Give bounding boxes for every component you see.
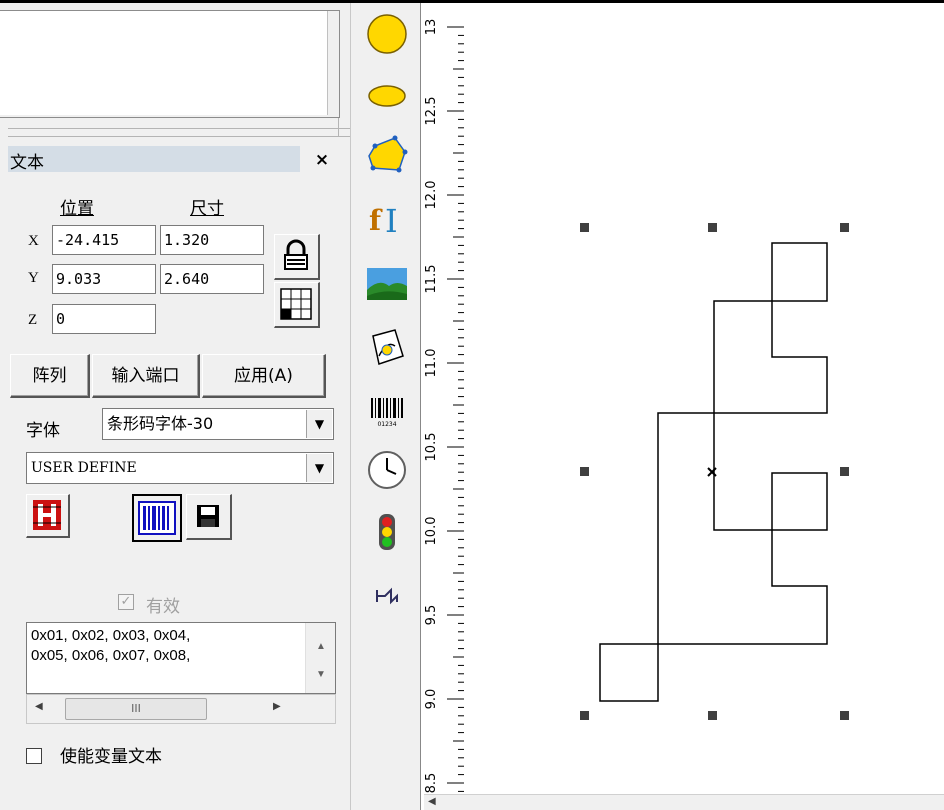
barcode-icon: 01234 — [371, 398, 403, 428]
circle-icon — [367, 14, 407, 54]
scroll-right-icon[interactable]: ▶ — [273, 701, 281, 712]
vertical-scrollbar[interactable]: ▲ ▼ — [305, 623, 335, 693]
apply-button[interactable]: 应用(A) — [202, 354, 326, 398]
z-position-input[interactable]: 0 — [52, 304, 156, 334]
svg-text:f: f — [369, 204, 383, 237]
clock-icon — [368, 451, 406, 489]
ruler-label: 10.5 — [424, 433, 439, 462]
object-list-panel — [0, 10, 340, 118]
lock-ratio-button[interactable] — [274, 234, 320, 280]
ruler-label: 9.5 — [424, 605, 439, 626]
y-label: Y — [28, 270, 39, 286]
barcode-settings-button[interactable] — [132, 494, 182, 542]
polygon-icon — [368, 135, 408, 173]
divider — [8, 128, 350, 129]
height-input[interactable]: 2.640 — [160, 264, 264, 294]
ruler-label: 13 — [424, 19, 439, 36]
ruler-label: 10.0 — [424, 517, 439, 546]
grid-icon — [280, 288, 312, 320]
horizontal-scrollbar[interactable]: ◀ III ▶ — [26, 694, 336, 724]
canvas-svg — [580, 223, 849, 720]
font-select[interactable]: 条形码字体-30 ▼ — [102, 408, 334, 440]
ruler-label: 9.0 — [424, 689, 439, 710]
text-tool-button[interactable]: fI — [364, 195, 410, 241]
scroll-left-icon[interactable]: ◀ — [428, 796, 436, 807]
scroll-thumb[interactable]: III — [65, 698, 207, 720]
barcode-path[interactable] — [599, 242, 828, 702]
chevron-down-icon[interactable]: ▼ — [306, 410, 332, 438]
drawing-toolbar: fI 01234 — [350, 3, 428, 810]
io-tool-button[interactable] — [364, 509, 410, 555]
ruler-label: 11.5 — [424, 265, 439, 294]
input-port-button[interactable]: 输入端口 — [92, 354, 200, 398]
h-font-icon — [33, 500, 61, 530]
vector-file-tool-button[interactable] — [364, 325, 410, 371]
text-content-area[interactable]: 0x01, 0x02, 0x03, 0x04, 0x05, 0x06, 0x07… — [26, 622, 336, 694]
size-header: 尺寸 — [190, 199, 224, 219]
enable-var-text-label: 使能变量文本 — [60, 747, 162, 767]
image-icon — [367, 268, 407, 300]
ruler-label: 8.5 — [424, 773, 439, 794]
ruler-label: 12.0 — [424, 181, 439, 210]
object-list[interactable] — [0, 11, 328, 115]
barcode-type-select[interactable]: USER DEFINE ▼ — [26, 452, 334, 484]
base-point-button[interactable] — [274, 282, 320, 328]
scroll-up-icon[interactable]: ▲ — [316, 637, 326, 657]
center-marker-icon — [707, 467, 717, 477]
floppy-disk-icon — [197, 505, 219, 527]
barcode-icon — [138, 501, 176, 535]
circle-tool-button[interactable] — [364, 11, 410, 57]
barcode-tool-button[interactable]: 01234 — [364, 389, 410, 435]
x-label: X — [28, 233, 39, 249]
canvas-horizontal-scrollbar[interactable]: ◀ — [424, 794, 944, 810]
font-settings-button[interactable] — [26, 494, 70, 538]
ellipse-icon — [368, 85, 406, 107]
delay-icon — [376, 587, 398, 605]
valid-checkbox[interactable]: ✓ — [118, 594, 134, 610]
polygon-tool-button[interactable] — [364, 131, 410, 177]
scroll-left-icon[interactable]: ◀ — [35, 701, 43, 712]
barcode-type-value: USER DEFINE — [31, 460, 137, 476]
chevron-down-icon[interactable]: ▼ — [306, 454, 332, 482]
enable-var-text-checkbox[interactable] — [26, 748, 42, 764]
valid-label: 有效 — [146, 597, 180, 617]
array-button[interactable]: 阵列 — [10, 354, 90, 398]
delay-tool-button[interactable] — [364, 573, 410, 619]
bitmap-tool-button[interactable] — [364, 261, 410, 307]
ruler-label: 12.5 — [424, 97, 439, 126]
vertical-ruler: 13 12.5 12.0 11.5 11.0 10.5 10.0 9.5 9.0 8.5 — [420, 3, 465, 810]
save-button[interactable] — [186, 494, 232, 540]
panel-title: 文本 — [10, 153, 44, 173]
font-select-value: 条形码字体-30 — [107, 414, 214, 433]
divider — [8, 136, 350, 137]
close-icon[interactable]: × — [312, 150, 332, 170]
svg-text:I: I — [385, 202, 398, 240]
splitter[interactable] — [338, 118, 339, 136]
vector-file-icon — [372, 329, 404, 365]
y-position-input[interactable]: 9.033 — [52, 264, 156, 294]
drawing-canvas[interactable] — [464, 3, 944, 810]
ruler-label: 11.0 — [424, 349, 439, 378]
ellipse-tool-button[interactable] — [364, 73, 410, 119]
z-label: Z — [28, 312, 38, 328]
app-window: 文本 × 位置 尺寸 X Y Z -24.415 9.033 0 1.320 2… — [0, 0, 944, 810]
traffic-light-icon — [379, 514, 395, 550]
scroll-down-icon[interactable]: ▼ — [316, 665, 326, 685]
timer-tool-button[interactable] — [364, 447, 410, 493]
text-icon: fI — [369, 202, 398, 240]
font-label: 字体 — [26, 421, 60, 441]
text-line: 0x01, 0x02, 0x03, 0x04, — [31, 627, 191, 644]
x-position-input[interactable]: -24.415 — [52, 225, 156, 255]
svg-text:01234: 01234 — [377, 421, 396, 428]
ruler-scale: 13 12.5 12.0 11.5 11.0 10.5 10.0 9.5 9.0 8.5 — [424, 19, 465, 809]
lock-icon — [284, 239, 308, 270]
width-input[interactable]: 1.320 — [160, 225, 264, 255]
panel-titlebar: 文本 — [8, 146, 300, 173]
text-line: 0x05, 0x06, 0x07, 0x08, — [31, 647, 191, 664]
position-header: 位置 — [60, 199, 94, 219]
